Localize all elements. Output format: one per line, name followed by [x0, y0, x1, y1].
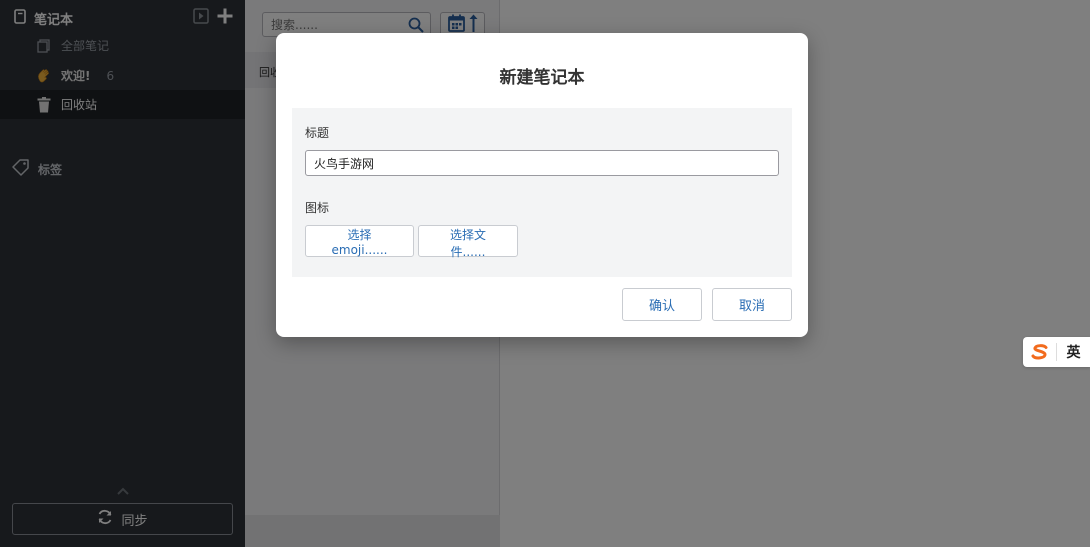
title-field-label: 标题: [305, 126, 330, 140]
cancel-button[interactable]: 取消: [712, 288, 792, 321]
title-input[interactable]: [305, 150, 779, 176]
ime-language-indicator[interactable]: 英: [1057, 342, 1090, 362]
confirm-button[interactable]: 确认: [622, 288, 702, 321]
select-emoji-button[interactable]: 选择 emoji......: [305, 225, 414, 257]
dialog-body: 标题 图标 选择 emoji...... 选择文件......: [292, 108, 792, 277]
icon-field-label: 图标: [305, 201, 330, 215]
dialog-title: 新建笔记本: [499, 68, 585, 88]
new-notebook-dialog: 新建笔记本 标题 图标 选择 emoji...... 选择文件...... 确认…: [276, 33, 808, 337]
select-file-button[interactable]: 选择文件......: [418, 225, 518, 259]
ime-toolbar[interactable]: 英: [1023, 337, 1090, 367]
sogou-logo-icon: [1023, 343, 1057, 361]
